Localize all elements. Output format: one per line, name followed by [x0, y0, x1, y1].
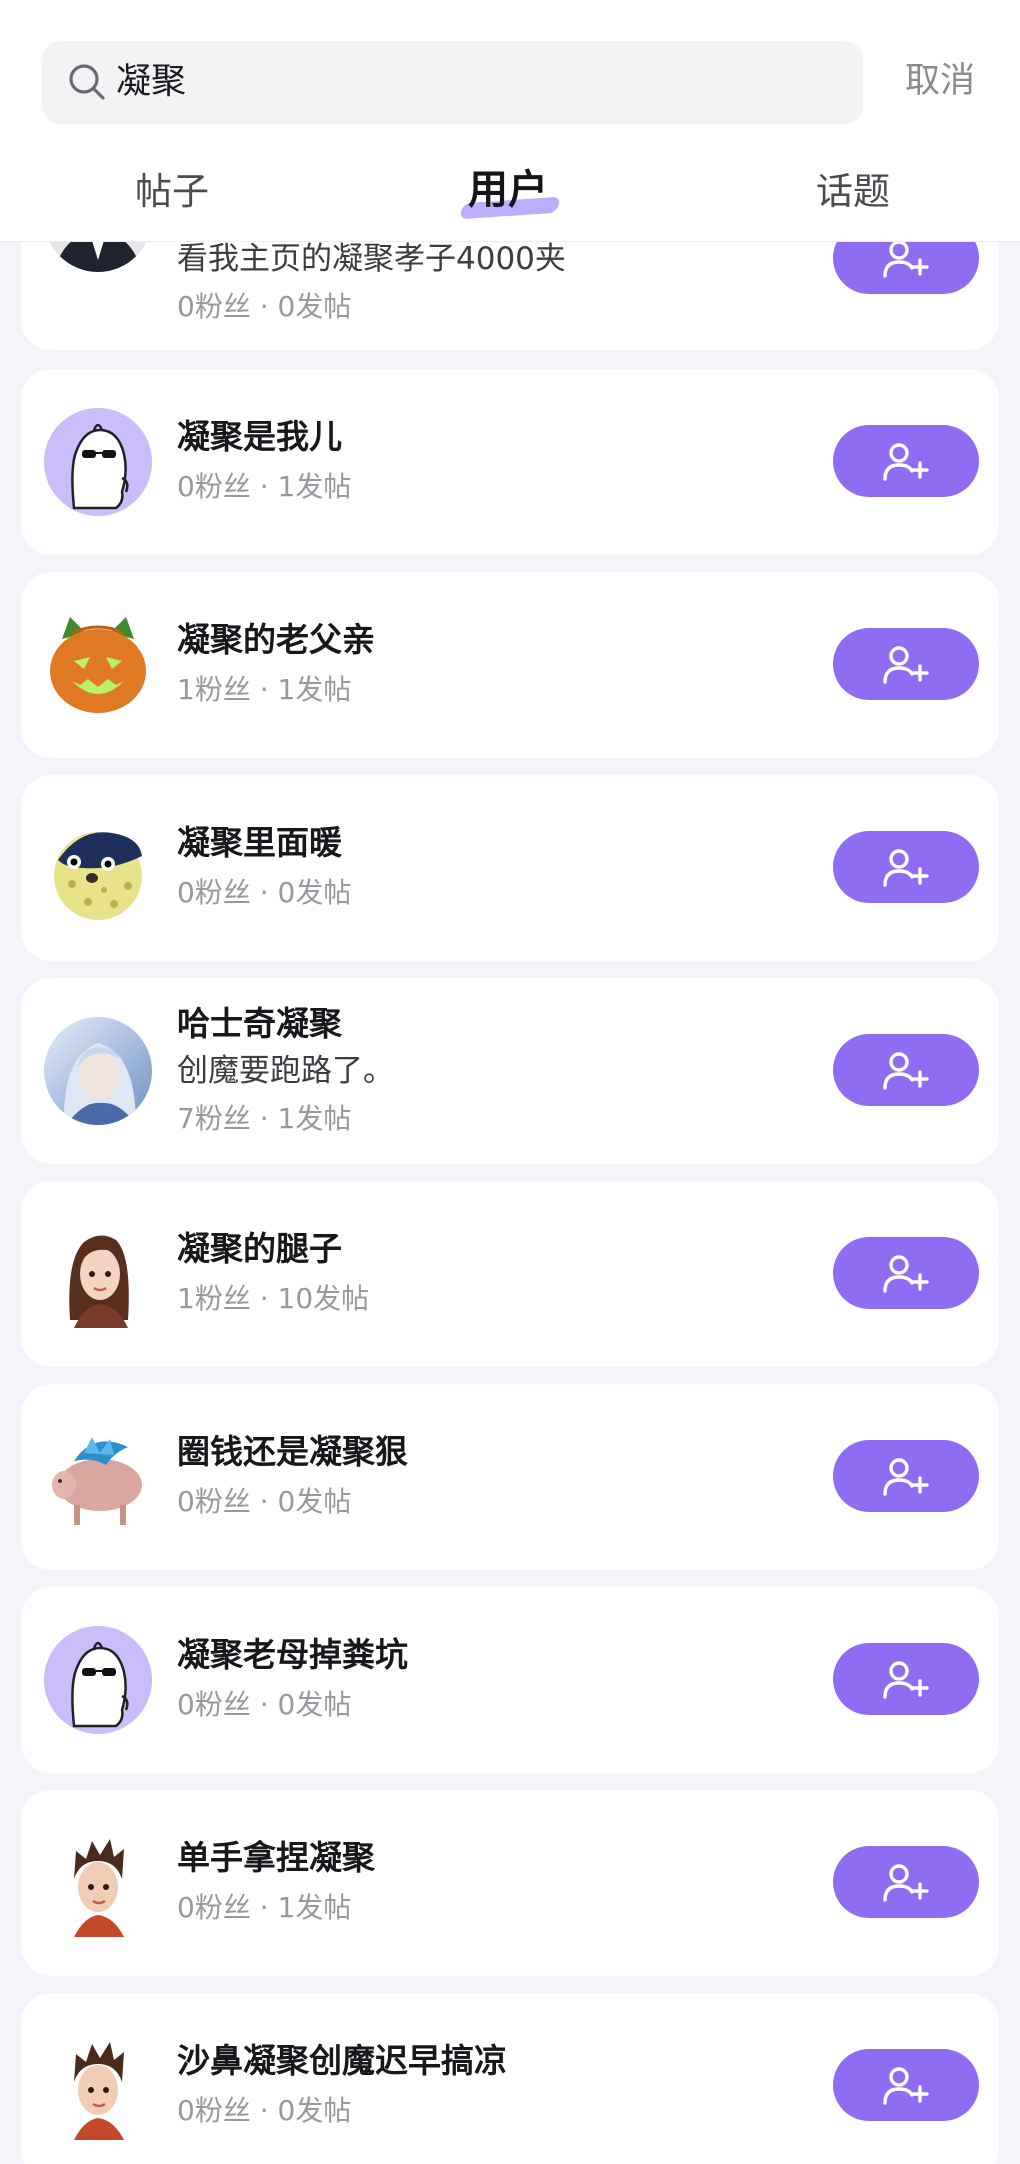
user-stats: 0粉丝 · 0发帖	[177, 1688, 352, 1721]
follow-button[interactable]	[833, 831, 979, 903]
user-avatar[interactable]	[44, 1829, 152, 1937]
search-query: 凝聚	[116, 62, 187, 102]
user-card[interactable]: 凝聚的老父亲 1粉丝 · 1发帖	[21, 572, 999, 758]
add-user-icon	[883, 240, 929, 278]
user-card[interactable]: 凝聚里面暖 0粉丝 · 0发帖	[21, 775, 999, 961]
tab-topics[interactable]: 话题	[816, 168, 890, 216]
user-name: 凝聚的老父亲	[177, 620, 375, 659]
user-stats: 0粉丝 · 0发帖	[177, 1485, 352, 1518]
follow-button[interactable]	[833, 1440, 979, 1512]
user-avatar[interactable]	[44, 1423, 152, 1531]
user-name: 哈士奇凝聚	[177, 1004, 342, 1043]
user-avatar[interactable]	[44, 1220, 152, 1328]
user-stats: 1粉丝 · 10发帖	[177, 1282, 370, 1315]
add-user-icon	[883, 1458, 929, 1496]
user-name: 沙鼻凝聚创魔迟早搞凉	[177, 2041, 507, 2080]
search-header: 凝聚 取消 帖子 用户 话题	[0, 0, 1020, 242]
add-user-icon	[883, 646, 929, 684]
user-avatar[interactable]	[44, 611, 152, 719]
cancel-button[interactable]: 取消	[905, 58, 975, 104]
add-user-icon	[883, 1052, 929, 1090]
user-avatar[interactable]	[44, 1626, 152, 1734]
user-card[interactable]: 沙鼻凝聚创魔迟早搞凉 0粉丝 · 0发帖	[21, 1993, 999, 2164]
user-card[interactable]: 凝聚的腿子 1粉丝 · 10发帖	[21, 1181, 999, 1367]
user-card[interactable]: 凝聚是我儿 0粉丝 · 1发帖	[21, 369, 999, 555]
user-bio: 创魔要跑路了。	[177, 1053, 394, 1089]
user-avatar[interactable]	[44, 408, 152, 516]
add-user-icon	[883, 2067, 929, 2105]
user-avatar[interactable]	[44, 1017, 152, 1125]
user-name: 凝聚里面暖	[177, 823, 342, 862]
follow-button[interactable]	[833, 2049, 979, 2121]
tab-posts[interactable]: 帖子	[135, 168, 209, 216]
add-user-icon	[883, 849, 929, 887]
follow-button[interactable]	[833, 1237, 979, 1309]
user-stats: 0粉丝 · 0发帖	[177, 2094, 352, 2127]
user-card[interactable]: 圈钱还是凝聚狠 0粉丝 · 0发帖	[21, 1384, 999, 1570]
user-stats: 0粉丝 · 0发帖	[177, 876, 352, 909]
user-name: 单手拿捏凝聚	[177, 1838, 375, 1877]
add-user-icon	[883, 1661, 929, 1699]
user-stats: 0粉丝 · 0发帖	[177, 290, 352, 323]
add-user-icon	[883, 1864, 929, 1902]
user-stats: 7粉丝 · 1发帖	[177, 1102, 352, 1135]
user-card[interactable]: 凝聚老母掉粪坑 0粉丝 · 0发帖	[21, 1587, 999, 1773]
user-avatar[interactable]	[44, 2032, 152, 2140]
follow-button[interactable]	[833, 1643, 979, 1715]
user-name: 凝聚是我儿	[177, 417, 342, 456]
user-avatar[interactable]	[44, 814, 152, 922]
follow-button[interactable]	[833, 628, 979, 700]
user-stats: 0粉丝 · 1发帖	[177, 1891, 352, 1924]
user-card[interactable]: 哈士奇凝聚 创魔要跑路了。 7粉丝 · 1发帖	[21, 978, 999, 1164]
add-user-icon	[883, 443, 929, 481]
add-user-icon	[883, 1255, 929, 1293]
tab-users[interactable]: 用户	[468, 166, 548, 214]
user-bio: 看我主页的凝聚孝子4000夹	[177, 241, 566, 277]
user-name: 凝聚老母掉粪坑	[177, 1635, 408, 1674]
follow-button[interactable]	[833, 425, 979, 497]
user-name: 圈钱还是凝聚狠	[177, 1432, 408, 1471]
user-card[interactable]: 单手拿捏凝聚 0粉丝 · 1发帖	[21, 1790, 999, 1976]
follow-button[interactable]	[833, 1034, 979, 1106]
user-stats: 0粉丝 · 1发帖	[177, 470, 352, 503]
follow-button[interactable]	[833, 1846, 979, 1918]
user-stats: 1粉丝 · 1发帖	[177, 673, 352, 706]
user-name: 凝聚的腿子	[177, 1229, 342, 1268]
search-input[interactable]: 凝聚	[42, 41, 863, 124]
search-icon	[69, 64, 105, 100]
